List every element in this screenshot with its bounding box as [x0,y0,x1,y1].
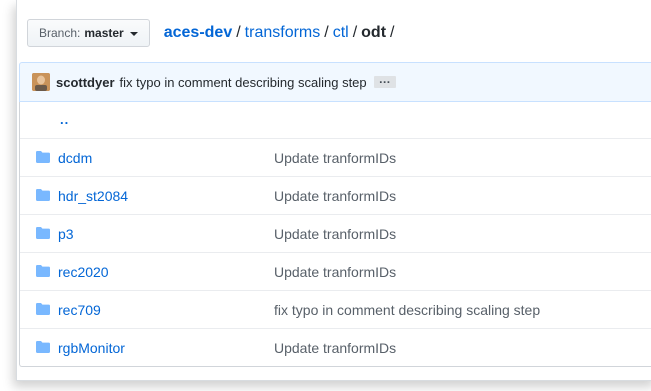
latest-commit-bar: scottdyer fix typo in comment describing… [19,62,651,102]
breadcrumb-current: odt [361,24,387,41]
table-row: rec2020 Update tranformIDs [20,252,651,290]
breadcrumb-link-ctl[interactable]: ctl [333,24,349,41]
table-row: p3 Update tranformIDs [20,214,651,252]
file-navigation: Branch: master aces-dev / transforms / ctl / o… [27,18,398,48]
commit-message-link[interactable]: Update tranformIDs [274,264,396,280]
commit-author-link[interactable]: scottdyer [56,75,115,90]
commit-message-link[interactable]: fix typo in comment describing scaling s… [274,302,540,318]
table-row: hdr_st2084 Update tranformIDs [20,176,651,214]
file-name-link[interactable]: dcdm [58,150,274,166]
folder-icon [36,188,52,203]
avatar[interactable] [32,73,50,91]
file-name-link[interactable]: rec2020 [58,264,274,280]
breadcrumb-separator: / [352,24,358,41]
parent-directory-link[interactable]: .. [60,112,69,127]
file-name-link[interactable]: rec709 [58,302,274,318]
commit-message-link[interactable]: Update tranformIDs [274,150,396,166]
folder-icon [36,226,52,241]
branch-prefix: Branch: [39,26,81,40]
folder-icon [36,264,52,279]
table-row: dcdm Update tranformIDs [20,138,651,176]
file-name-link[interactable]: p3 [58,226,274,242]
file-name-link[interactable]: rgbMonitor [58,340,274,356]
breadcrumb-separator: / [324,24,329,41]
breadcrumb-root-link[interactable]: aces-dev [164,24,233,41]
commit-message-link[interactable]: Update tranformIDs [274,226,396,242]
folder-icon [36,340,52,355]
breadcrumb-separator: / [236,24,241,41]
breadcrumb-link-transforms[interactable]: transforms [245,24,321,41]
table-row: rgbMonitor Update tranformIDs [20,328,651,366]
expand-commit-button[interactable]: … [373,73,396,88]
table-row: rec709 fix typo in comment describing sc… [20,290,651,328]
file-table: .. dcdm Update tranformIDs hdr_st2084 Up… [19,102,651,367]
file-name-link[interactable]: hdr_st2084 [58,188,274,204]
breadcrumb-separator: / [390,24,395,41]
commit-message-link[interactable]: Update tranformIDs [274,188,396,204]
folder-icon [36,302,52,317]
commit-message-link[interactable]: Update tranformIDs [274,340,396,356]
folder-icon [36,150,52,165]
breadcrumb: aces-dev / transforms / ctl / odt / [164,24,399,42]
commit-message-link[interactable]: fix typo in comment describing scaling s… [120,75,367,90]
parent-directory-row[interactable]: .. [20,102,651,138]
branch-name: master [84,26,124,40]
caret-down-icon [129,31,138,36]
branch-select-button[interactable]: Branch: master [27,19,150,47]
